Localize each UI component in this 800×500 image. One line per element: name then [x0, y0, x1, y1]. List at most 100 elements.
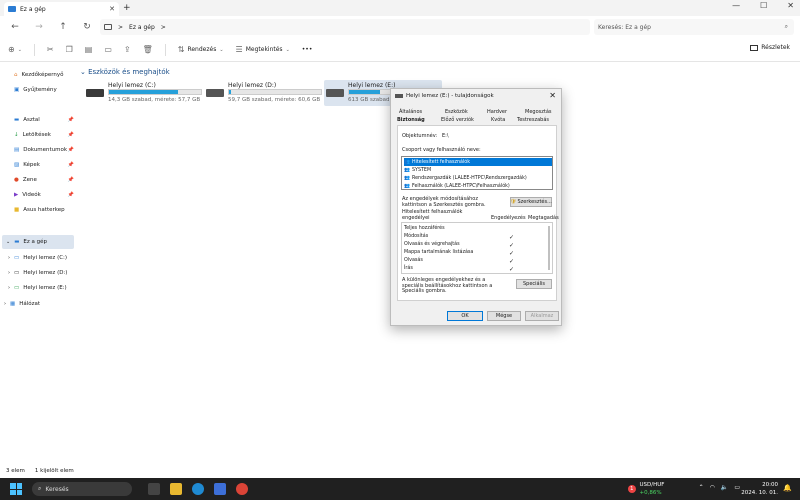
rename-button[interactable]: ▭	[104, 45, 112, 54]
chevron-right-icon[interactable]: ›	[4, 301, 6, 307]
tab-quota[interactable]: Kvóta	[491, 117, 505, 123]
tab-sharing[interactable]: Megosztás	[525, 109, 551, 115]
chevron-down-icon[interactable]: ⌄	[6, 239, 10, 245]
pin-icon[interactable]: 📌	[68, 162, 74, 168]
copy-button[interactable]: ❐	[66, 45, 73, 54]
chevron-up-icon[interactable]: ⌃	[699, 484, 704, 491]
sidebar-item-documents[interactable]: ▤ Dokumentumok 📌	[14, 144, 74, 156]
battery-icon[interactable]: ▭	[734, 484, 740, 491]
search-input[interactable]: Keresés: Ez a gép ⌕	[594, 19, 794, 35]
users-icon: 👥	[404, 167, 410, 173]
details-button[interactable]: Részletek	[750, 44, 790, 51]
list-item[interactable]: 👥 Felhasználók (LALEE-HTPC\Felhasználók)	[404, 182, 552, 190]
cancel-button[interactable]: Mégse	[487, 311, 521, 321]
windows-start-icon[interactable]	[10, 483, 22, 495]
check-icon: ✓	[509, 258, 515, 265]
pin-icon[interactable]: 📌	[68, 177, 74, 183]
sidebar-item-gallery[interactable]: ▣ Gyűjtemény	[14, 84, 74, 96]
users-icon: 👥	[404, 159, 410, 165]
share-button[interactable]: ⇪	[124, 45, 131, 54]
new-button[interactable]: ⊕ ⌄	[8, 45, 22, 54]
check-icon: ✓	[509, 242, 515, 249]
close-window-button[interactable]: ✕	[787, 1, 794, 10]
sidebar-item-drive-c[interactable]: › ▭ Helyi lemez (C:)	[8, 252, 76, 264]
more-button[interactable]: •••	[302, 46, 313, 53]
tab-security[interactable]: Biztonság	[397, 117, 425, 123]
sidebar-item-drive-d[interactable]: › ▭ Helyi lemez (D:)	[8, 267, 76, 279]
drive-usage-fill	[229, 90, 231, 94]
tab-previous-versions[interactable]: Előző verziók	[441, 117, 474, 123]
pin-icon[interactable]: 📌	[68, 147, 74, 153]
ok-button[interactable]: OK	[447, 311, 483, 321]
drive-usage-bar	[228, 89, 322, 95]
group-list-label: Csoport vagy felhasználó neve:	[402, 147, 481, 153]
sidebar-item-videos[interactable]: ▶ Videók 📌	[14, 189, 74, 201]
search-placeholder: Keresés: Ez a gép	[598, 23, 651, 31]
view-icon: ☰	[235, 45, 243, 54]
sort-button[interactable]: ⇅ Rendezés ⌄	[178, 45, 224, 54]
chevron-right-icon[interactable]: ›	[8, 255, 10, 261]
sidebar-item-network[interactable]: › ▦ Hálózat	[4, 298, 64, 310]
scrollbar[interactable]	[548, 226, 550, 270]
list-item[interactable]: 👥 Rendszergazdák (LALEE-HTPC\Rendszergazd…	[404, 174, 552, 182]
task-view-icon[interactable]	[148, 483, 160, 495]
maximize-button[interactable]: ☐	[760, 1, 767, 10]
store-icon[interactable]	[214, 483, 226, 495]
refresh-icon[interactable]: ↻	[78, 22, 96, 32]
sidebar-item-drive-e[interactable]: › ▭ Helyi lemez (E:)	[8, 282, 76, 294]
delete-button[interactable]: 🗑	[143, 45, 153, 54]
tab-hardware[interactable]: Hardver	[487, 109, 507, 115]
apply-button[interactable]: Alkalmaz	[525, 311, 559, 321]
pin-icon[interactable]: 📌	[68, 132, 74, 138]
pin-icon[interactable]: 📌	[68, 192, 74, 198]
drive-tile-d[interactable]: Helyi lemez (D:) 59,7 GB szabad, mérete:…	[204, 80, 322, 106]
minimize-button[interactable]: —	[732, 1, 740, 10]
sidebar-item-asus-wallpaper[interactable]: ■ Asus hatterkep	[14, 204, 74, 216]
users-icon: 👥	[404, 183, 410, 189]
chrome-icon[interactable]	[236, 483, 248, 495]
address-bar[interactable]: > Ez a gép >	[100, 19, 590, 35]
stock-widget[interactable]: 1 USD/HUF +0,86%	[628, 481, 664, 497]
cut-button[interactable]: ✂	[47, 45, 54, 54]
up-arrow-icon[interactable]: ↑	[54, 22, 72, 32]
pin-icon[interactable]: 📌	[68, 117, 74, 123]
sidebar-item-downloads[interactable]: ↓ Letöltések 📌	[14, 129, 74, 141]
edit-button[interactable]: 🛡 Szerkesztés...	[510, 197, 552, 207]
breadcrumb-separator: >	[118, 23, 124, 31]
group-list[interactable]: 👥 Hitelesített felhasználók 👥 SYSTEM 👥 Rend…	[401, 156, 553, 190]
new-tab-icon[interactable]: +	[123, 3, 131, 13]
chevron-right-icon[interactable]: ›	[8, 270, 10, 276]
back-arrow-icon[interactable]: ←	[6, 22, 24, 32]
notification-bell-icon[interactable]: 🔔	[783, 484, 792, 492]
clock[interactable]: 20:00 2024. 10. 01.	[741, 481, 778, 497]
edge-icon[interactable]	[192, 483, 204, 495]
advanced-button[interactable]: Speciális	[516, 279, 552, 289]
taskbar-search[interactable]: ⌕ Keresés	[32, 482, 132, 496]
drive-tile-c[interactable]: Helyi lemez (C:) 14,3 GB szabad, mérete:…	[84, 80, 202, 106]
sidebar-item-music[interactable]: ● Zene 📌	[14, 174, 74, 186]
dialog-close-button[interactable]: ✕	[549, 91, 556, 100]
tab-customize[interactable]: Testreszabás	[517, 117, 549, 123]
view-button[interactable]: ☰ Megtekintés ⌄	[236, 45, 290, 54]
tab-this-pc[interactable]: Ez a gép ✕	[4, 2, 119, 16]
tab-general[interactable]: Általános	[399, 109, 422, 115]
sidebar-item-desktop[interactable]: ▬ Asztal 📌	[14, 114, 74, 126]
volume-icon[interactable]: 🔈	[721, 484, 728, 491]
paste-button[interactable]: ▤	[85, 45, 93, 54]
list-item[interactable]: 👥 SYSTEM	[404, 166, 552, 174]
wifi-icon[interactable]: ◠	[710, 484, 715, 491]
object-name-label: Objektumnév:	[402, 133, 438, 139]
drive-icon	[326, 89, 344, 97]
sidebar-item-this-pc[interactable]: ⌄ ▬ Ez a gép	[6, 236, 66, 248]
section-header[interactable]: ⌄ Eszközök és meghajtók	[80, 68, 170, 76]
chevron-right-icon[interactable]: ›	[8, 285, 10, 291]
tab-tools[interactable]: Eszközök	[445, 109, 468, 115]
sidebar-item-home[interactable]: ⌂ Kezdőképernyő	[14, 69, 74, 81]
sort-icon: ⇅	[177, 45, 185, 54]
file-explorer-icon[interactable]	[170, 483, 182, 495]
sidebar-item-pictures[interactable]: ▨ Képek 📌	[14, 159, 74, 171]
breadcrumb-this-pc[interactable]: Ez a gép	[129, 24, 155, 31]
forward-arrow-icon[interactable]: →	[30, 22, 48, 32]
list-item[interactable]: 👥 Hitelesített felhasználók	[404, 158, 552, 166]
close-tab-icon[interactable]: ✕	[109, 5, 115, 13]
